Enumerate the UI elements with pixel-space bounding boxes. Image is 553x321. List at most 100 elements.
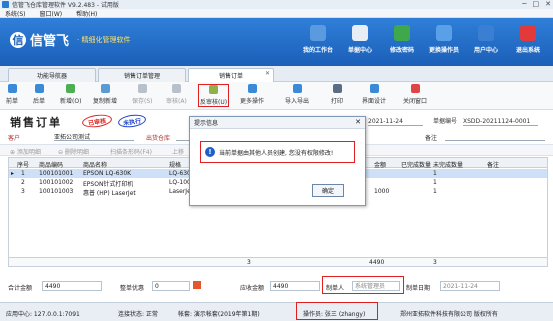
- col-header-no[interactable]: 序号: [17, 160, 29, 169]
- dialog-titlebar: 提示信息 ✕: [190, 117, 365, 129]
- print-button[interactable]: 打印: [331, 84, 343, 105]
- monitor-icon: [310, 25, 326, 41]
- status-bar: 应用中心: 127.0.0.1:7091 连接状态: 正常 帐套: 演示帐套(2…: [0, 302, 553, 321]
- grid-total-row: 3 4490 3: [9, 257, 547, 266]
- user-icon: [478, 25, 494, 41]
- layout-icon: [369, 84, 379, 93]
- nav-switch-operator[interactable]: 更换操作员: [423, 21, 465, 54]
- receivable-label: 应收金额: [240, 285, 265, 292]
- arrow-left-icon: [7, 84, 17, 93]
- col-header-done[interactable]: 已完成数量: [401, 160, 431, 169]
- customer-value[interactable]: 亚拓公司测试: [54, 132, 134, 141]
- tab-sales-order[interactable]: 销售订单 ✕: [188, 68, 274, 82]
- number-value[interactable]: XSDD-20211124-0001: [463, 118, 539, 126]
- warehouse-label: 出货仓库: [146, 135, 171, 142]
- calculator-icon[interactable]: [193, 281, 201, 289]
- alert-dialog: 提示信息 ✕ ! 当前单据由其他人员创建, 您没有权限修改! 确定: [189, 116, 366, 206]
- maximize-button[interactable]: □: [533, 0, 540, 8]
- unapprove-icon: [209, 85, 219, 94]
- copy-new-button[interactable]: 复制新增: [93, 84, 117, 105]
- move-up-button[interactable]: 上移: [172, 147, 184, 156]
- power-icon: [520, 25, 536, 41]
- save-icon: [137, 84, 147, 93]
- pending-stamp: 未执行: [117, 113, 147, 129]
- nav-change-password[interactable]: 修改密码: [381, 21, 423, 54]
- menu-window[interactable]: 窗口(W): [40, 9, 63, 18]
- unapprove-button[interactable]: 反审核(U): [198, 84, 230, 107]
- tab-close-icon[interactable]: ✕: [265, 70, 270, 77]
- nav-workbench[interactable]: 我的工作台: [297, 21, 339, 54]
- app-center-status: 应用中心: 127.0.0.1:7091: [6, 311, 80, 318]
- close-button[interactable]: ✕: [545, 0, 551, 8]
- prev-button[interactable]: 前单: [6, 84, 18, 105]
- account-status: 帐套: 演示帐套(2019年第1期): [178, 311, 260, 318]
- brand-logo-icon: 信: [10, 31, 26, 48]
- user-switch-icon: [436, 25, 452, 41]
- nav-user-center[interactable]: 用户中心: [465, 21, 507, 54]
- total-amount: 4490: [369, 259, 385, 266]
- add-detail-button[interactable]: ⊕ 添加明细: [10, 147, 41, 156]
- connection-status: 连接状态: 正常: [118, 311, 158, 318]
- save-button[interactable]: 保存(S): [132, 84, 153, 105]
- audited-stamp: 已审核: [81, 112, 113, 130]
- remark-value[interactable]: [445, 132, 545, 141]
- nav-document-center[interactable]: 单据中心: [339, 21, 381, 54]
- info-icon: !: [205, 147, 215, 157]
- menu-system[interactable]: 系统(S): [5, 9, 26, 18]
- more-icon: [247, 84, 257, 93]
- dialog-close-button[interactable]: ✕: [355, 118, 361, 126]
- scan-barcode-button[interactable]: 扫描条形码(F4): [110, 147, 152, 156]
- new-button[interactable]: 新增(O): [60, 84, 81, 105]
- import-export-icon: [292, 84, 302, 93]
- discount-value[interactable]: 0: [152, 281, 190, 291]
- more-actions-button[interactable]: 更多操作: [240, 84, 264, 105]
- page-title: 销售订单: [10, 116, 62, 129]
- nav-exit[interactable]: 退出系统: [507, 21, 549, 54]
- next-button[interactable]: 后单: [33, 84, 45, 105]
- copy-icon: [100, 84, 110, 93]
- print-icon: [332, 84, 342, 93]
- tab-sales-order-management[interactable]: 销售订单管理: [98, 68, 186, 82]
- col-header-spec[interactable]: 规格: [169, 160, 181, 169]
- close-window-button[interactable]: 关闭窗口: [403, 84, 427, 105]
- remark-label: 备注: [425, 135, 438, 142]
- col-header-code[interactable]: 商品编码: [39, 160, 63, 169]
- col-header-remark[interactable]: 备注: [487, 160, 499, 169]
- receivable-value[interactable]: 4490: [270, 281, 320, 291]
- arrow-right-icon: [34, 84, 44, 93]
- brand-name: 信管飞: [30, 34, 70, 49]
- tab-bar: 功能导航器 销售订单管理 销售订单 ✕: [0, 66, 553, 82]
- dialog-message-box: ! 当前单据由其他人员创建, 您没有权限修改!: [200, 141, 355, 163]
- col-header-name[interactable]: 商品名称: [83, 160, 107, 169]
- document-icon: [352, 25, 368, 41]
- toolbar: 前单 后单 新增(O) 复制新增 保存(S) 审核(A) 反审核(U) 更多操作…: [0, 82, 553, 110]
- total-value[interactable]: 4490: [42, 281, 102, 291]
- make-date-label: 制单日期: [406, 285, 431, 292]
- col-header-amount[interactable]: 金额: [374, 160, 386, 169]
- approve-icon: [171, 84, 181, 93]
- maker-highlight: [322, 276, 404, 294]
- import-export-button[interactable]: 导入导出: [285, 84, 309, 105]
- menu-help[interactable]: 帮助(H): [76, 9, 97, 18]
- order-footer: 合计金额 4490 整单优惠 0 应收金额 4490 制单人 系统管理员 制单日…: [0, 278, 553, 294]
- total-label: 合计金额: [8, 285, 33, 292]
- approve-button[interactable]: 审核(A): [166, 84, 187, 105]
- minimize-button[interactable]: ─: [522, 0, 526, 8]
- layout-design-button[interactable]: 界面设计: [362, 84, 386, 105]
- lock-icon: [394, 25, 410, 41]
- app-logo-icon: [2, 1, 9, 8]
- number-field: 单据编号 XSDD-20211124-0001: [433, 116, 539, 126]
- make-date-value: 2021-11-24: [440, 281, 500, 291]
- dialog-title: 提示信息: [194, 120, 219, 127]
- date-value[interactable]: 2021-11-24: [368, 118, 424, 126]
- close-window-icon: [410, 84, 420, 93]
- dialog-ok-button[interactable]: 确定: [312, 184, 344, 197]
- delete-detail-button[interactable]: ⊖ 删除明细: [58, 147, 89, 156]
- dialog-message: 当前单据由其他人员创建, 您没有权限修改!: [219, 149, 334, 157]
- tab-function-navigator[interactable]: 功能导航器: [8, 68, 96, 82]
- total-undone: 3: [433, 259, 437, 266]
- window-title: 信管飞仓库管理软件 V9.2.483 - 试用版: [12, 2, 119, 9]
- header-banner: 信 信管飞 · 精细化管理软件 我的工作台 单据中心 修改密码 更换操作员 用户…: [0, 18, 553, 66]
- top-nav: 我的工作台 单据中心 修改密码 更换操作员 用户中心 退出系统: [297, 21, 549, 54]
- col-header-undone[interactable]: 未完成数量: [433, 160, 463, 169]
